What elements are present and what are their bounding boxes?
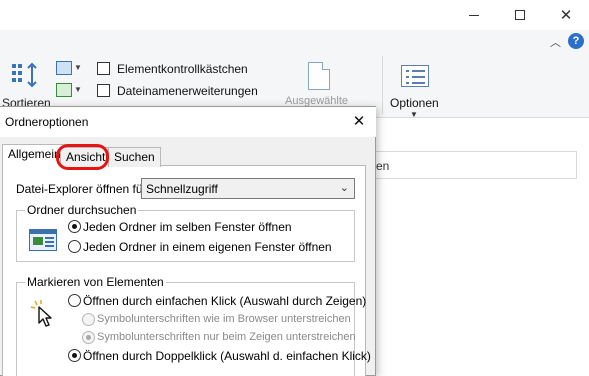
open-explorer-select[interactable]: Schnellzugriff ⌄ <box>141 178 355 199</box>
underline-hover-label[interactable]: Symbolunterschriften nur beim Zeigen unt… <box>97 331 356 343</box>
ribbon-collapse-chevron-icon[interactable]: ︿ <box>550 34 561 50</box>
help-icon[interactable]: ? <box>568 33 584 49</box>
underline-browser-radio[interactable] <box>82 313 95 326</box>
same-window-radio[interactable] <box>68 220 81 233</box>
hide-selected-icon <box>308 62 330 90</box>
same-window-label[interactable]: Jeden Ordner im selben Fenster öffnen <box>83 220 292 234</box>
chevron-down-icon[interactable]: ▼ <box>410 110 418 119</box>
maximize-button[interactable] <box>497 0 543 30</box>
tab-view-highlight-ring <box>56 144 109 170</box>
open-explorer-label: Datei-Explorer öffnen für: <box>16 182 150 196</box>
click-items-legend: Markieren von Elementen <box>25 275 166 289</box>
options-icon[interactable] <box>401 65 429 87</box>
folder-window-icon <box>29 229 57 251</box>
item-checkboxes-checkbox[interactable] <box>97 62 110 75</box>
chevron-down-icon[interactable]: ▼ <box>74 85 82 94</box>
explorer-titlebar: ✕ <box>0 0 589 30</box>
item-checkboxes-label[interactable]: Elementkontrollkästchen <box>117 62 248 76</box>
tab-search[interactable]: Suchen <box>108 147 161 167</box>
ribbon-divider <box>382 56 383 114</box>
minimize-button[interactable] <box>451 0 497 30</box>
close-icon: ✕ <box>559 6 573 24</box>
sort-icon[interactable] <box>10 62 40 90</box>
dialog-titlebar: Ordneroptionen ✕ <box>0 107 376 137</box>
own-window-label[interactable]: Jeden Ordner in einem eigenen Fenster öf… <box>83 240 332 254</box>
open-explorer-value: Schnellzugriff <box>146 182 218 196</box>
file-extensions-label[interactable]: Dateinamenerweiterungen <box>117 84 258 98</box>
double-click-label[interactable]: Öffnen durch Doppelklick (Auswahl d. ein… <box>83 349 371 363</box>
hand-cursor-icon <box>30 300 52 327</box>
maximize-icon <box>515 10 525 20</box>
double-click-radio[interactable] <box>68 349 81 362</box>
folder-options-dialog: Ordneroptionen ✕ Allgemein Ansicht Suche… <box>0 106 376 376</box>
chevron-down-icon[interactable]: ▼ <box>74 63 82 72</box>
search-input[interactable]: en <box>370 151 577 179</box>
file-extensions-checkbox[interactable] <box>97 84 110 97</box>
options-button[interactable]: Optionen <box>390 96 439 110</box>
single-click-label[interactable]: Öffnen durch einfachen Klick (Auswahl du… <box>83 294 366 308</box>
close-window-button[interactable]: ✕ <box>543 0 589 30</box>
minimize-icon <box>469 14 479 16</box>
single-click-radio[interactable] <box>68 294 81 307</box>
own-window-radio[interactable] <box>68 240 81 253</box>
search-partial-text: en <box>376 159 390 173</box>
dialog-title: Ordneroptionen <box>5 115 89 129</box>
underline-hover-radio[interactable] <box>82 331 95 344</box>
chevron-down-icon: ⌄ <box>339 182 349 194</box>
group-by-icon[interactable] <box>56 61 72 75</box>
browse-folders-group: Ordner durchsuchen <box>16 203 355 262</box>
close-icon: ✕ <box>352 113 366 130</box>
browse-folders-legend: Ordner durchsuchen <box>25 203 139 217</box>
add-columns-icon[interactable] <box>56 83 72 97</box>
underline-browser-label[interactable]: Symbolunterschriften wie im Browser unte… <box>97 313 351 325</box>
dialog-close-button[interactable]: ✕ <box>350 112 368 130</box>
